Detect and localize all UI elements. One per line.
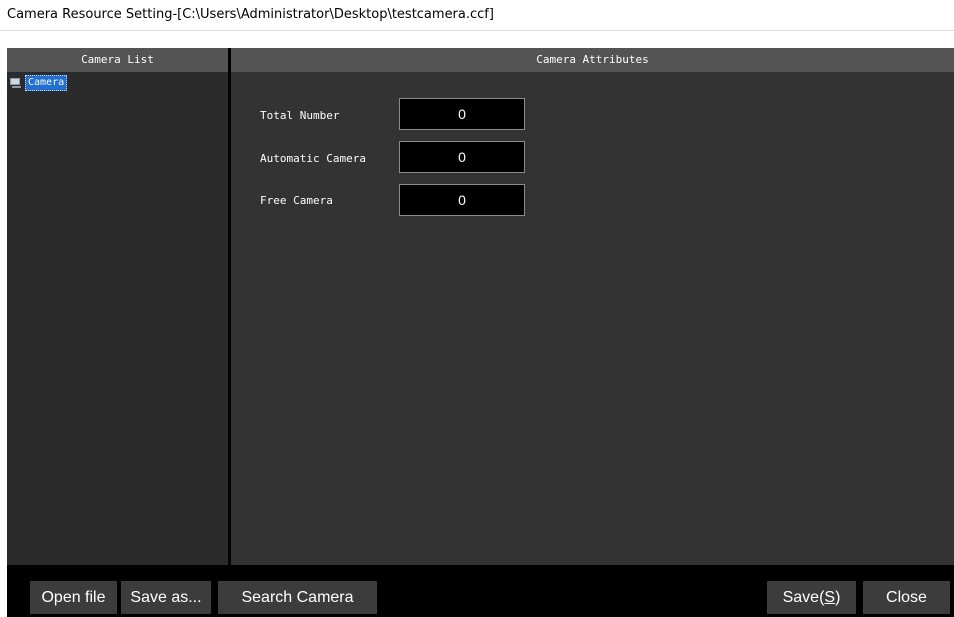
open-file-button[interactable]: Open file <box>30 581 117 614</box>
save-as-button[interactable]: Save as... <box>121 581 211 614</box>
search-camera-button[interactable]: Search Camera <box>218 581 377 614</box>
tree-item-camera[interactable]: Camera <box>9 75 68 91</box>
total-number-label: Total Number <box>260 109 340 122</box>
camera-list-tree[interactable]: Camera <box>7 72 228 565</box>
save-button-label: Save( <box>782 589 825 606</box>
save-button[interactable]: Save(S) <box>767 581 856 614</box>
total-number-field[interactable]: 0 <box>399 98 525 130</box>
free-camera-field[interactable]: 0 <box>399 184 525 216</box>
close-button[interactable]: Close <box>863 581 950 614</box>
automatic-camera-field[interactable]: 0 <box>399 141 525 173</box>
camera-attributes-panel: Total Number 0 Automatic Camera 0 Free C… <box>231 72 954 565</box>
main-window-client: Camera List Camera Attributes Camera Tot… <box>7 48 954 617</box>
free-camera-label: Free Camera <box>260 194 333 207</box>
camera-attributes-header: Camera Attributes <box>231 48 954 72</box>
automatic-camera-label: Automatic Camera <box>260 152 366 165</box>
camera-group-icon <box>9 77 23 89</box>
tree-item-label: Camera <box>25 75 68 91</box>
camera-list-header: Camera List <box>7 48 228 72</box>
save-mnemonic: S <box>824 589 836 606</box>
window-title: Camera Resource Setting-[C:\Users\Admini… <box>0 0 954 31</box>
save-button-suffix: ) <box>835 589 841 606</box>
